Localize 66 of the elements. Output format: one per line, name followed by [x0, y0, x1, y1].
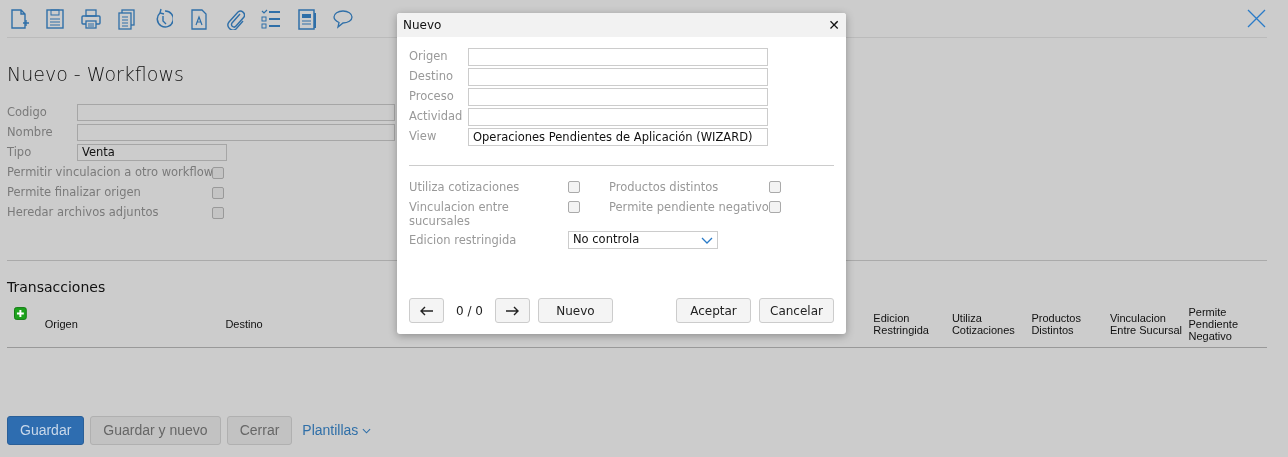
input-field[interactable]	[77, 104, 395, 121]
add-icon[interactable]	[14, 306, 27, 320]
field-label: Nombre	[7, 123, 54, 141]
pager-text: 0 / 0	[456, 302, 483, 320]
close-button[interactable]: ✕	[826, 17, 842, 33]
field-label: Actividad	[409, 108, 464, 126]
field-label: Origen	[409, 48, 449, 66]
checkbox[interactable]	[568, 201, 580, 213]
column-header: Vinculacion Entre Sucursal	[1109, 312, 1183, 336]
previous-button[interactable]	[409, 298, 444, 323]
input-field[interactable]: Venta	[77, 144, 227, 161]
save-button[interactable]: Guardar	[7, 415, 85, 445]
chevron-icon	[701, 236, 713, 244]
checkbox-label: Permite pendiente negativo	[609, 200, 769, 214]
column-header: Destino	[225, 318, 263, 330]
document-copy-icon[interactable]	[117, 7, 137, 30]
button[interactable]: Aceptar	[676, 298, 751, 323]
button[interactable]: Nuevo	[537, 298, 613, 323]
checkbox[interactable]	[769, 201, 781, 213]
left-arrow-icon	[419, 306, 434, 316]
field-label: View	[409, 128, 438, 146]
checkbox[interactable]	[212, 206, 224, 219]
input-field[interactable]: Operaciones Pendientes de Aplicación (WIZARD)	[468, 128, 768, 146]
checkbox[interactable]	[568, 181, 580, 193]
dialog-title: Nuevo	[403, 17, 442, 34]
column-header: Edicion Restringida	[873, 312, 929, 336]
speech-bubble-icon[interactable]	[333, 7, 353, 30]
close-icon[interactable]	[1247, 9, 1266, 28]
column-header: Utiliza Cotizaciones	[951, 312, 1015, 336]
field-label: Edicion restringida	[409, 233, 518, 247]
select-field[interactable]: No controla	[568, 231, 718, 249]
checklist-icon[interactable]	[261, 7, 281, 30]
next-button[interactable]	[494, 298, 530, 323]
save-icon[interactable]	[45, 7, 65, 30]
field-label: Destino	[409, 68, 454, 86]
right-arrow-icon	[505, 306, 520, 316]
input-field[interactable]	[468, 48, 768, 66]
checkbox-label: Productos distintos	[609, 180, 720, 194]
checkbox[interactable]	[769, 181, 781, 193]
select-value: No controla	[573, 231, 640, 249]
column-header: Origen	[44, 318, 78, 330]
checkbox-label: Vinculacion entre sucursales	[409, 200, 510, 228]
paperclip-icon[interactable]	[225, 7, 245, 30]
checkbox-label: Utiliza cotizaciones	[409, 180, 521, 194]
file-plus-icon[interactable]	[9, 7, 29, 30]
column-header: Productos Distintos	[1031, 312, 1081, 336]
print-icon[interactable]	[81, 7, 101, 30]
button[interactable]: Cancelar	[759, 298, 834, 323]
checkbox-label: Permitir vinculacion a otro workflow	[7, 163, 212, 181]
field-label: Codigo	[7, 103, 48, 121]
input-field[interactable]	[77, 124, 395, 141]
checkbox-label: Permite finalizar origen	[7, 183, 142, 201]
field-label: Tipo	[7, 143, 33, 161]
column-header: Permite Pendiente Negativo	[1188, 306, 1238, 342]
checkbox-label: Heredar archivos adjuntos	[7, 203, 160, 221]
page-title: Nuevo - Workflows	[7, 62, 184, 87]
input-field[interactable]	[468, 108, 768, 126]
document-icon[interactable]	[189, 7, 209, 30]
input-field[interactable]	[468, 88, 768, 106]
checkbox[interactable]	[212, 186, 224, 199]
report-icon[interactable]	[297, 7, 317, 30]
input-field[interactable]	[468, 68, 768, 86]
field-label: Proceso	[409, 88, 455, 106]
caret-icon	[362, 427, 372, 434]
checkbox[interactable]	[212, 166, 224, 179]
section-title: Transacciones	[7, 277, 106, 297]
